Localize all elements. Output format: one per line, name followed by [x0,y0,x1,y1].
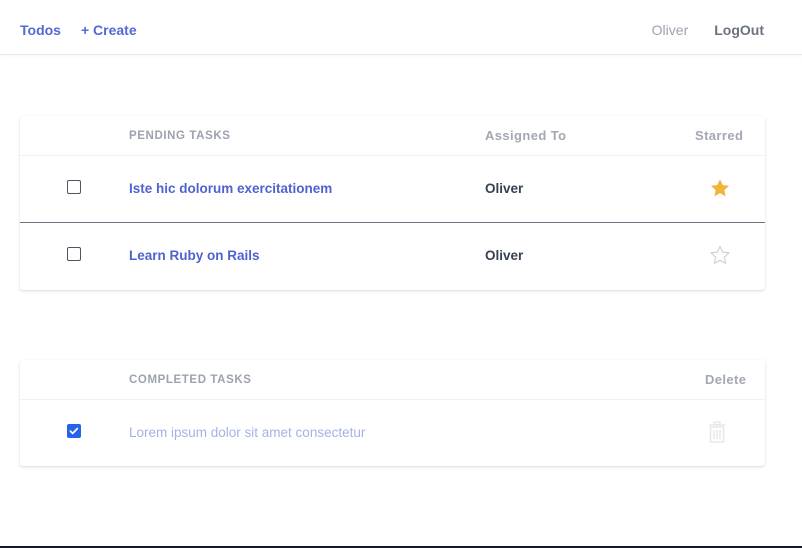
pending-tasks-heading: PENDING TASKS [129,130,231,142]
task-checkbox[interactable] [67,180,81,194]
starred-heading: Starred [695,128,744,143]
task-title-link[interactable]: Lorem ipsum dolor sit amet consectetur [129,425,365,440]
completed-tasks-heading: COMPLETED TASKS [129,374,252,386]
assigned-to-heading: Assigned To [485,128,567,143]
table-row: Learn Ruby on Rails Oliver [20,223,765,289]
task-title-link[interactable]: Learn Ruby on Rails [129,248,260,263]
pending-table-header: PENDING TASKS Assigned To Starred [20,116,765,156]
task-assignee: Oliver [485,248,524,263]
top-navbar: Todos + Create Oliver LogOut [0,0,802,55]
star-outline-icon[interactable] [709,244,731,266]
completed-table-header: COMPLETED TASKS Delete [20,360,765,400]
trash-icon[interactable] [707,420,727,444]
nav-left: Todos + Create [20,22,137,38]
pending-tasks-table: PENDING TASKS Assigned To Starred Iste h… [20,116,765,290]
nav-todos-link[interactable]: Todos [20,22,61,38]
table-row: Lorem ipsum dolor sit amet consectetur [20,400,765,466]
nav-logout-link[interactable]: LogOut [714,22,764,38]
nav-user-name: Oliver [651,22,689,38]
delete-heading: Delete [705,372,747,387]
task-checkbox[interactable] [67,247,81,261]
nav-right: Oliver LogOut [652,22,764,38]
nav-create-link[interactable]: + Create [81,22,137,38]
completed-tasks-table: COMPLETED TASKS Delete Lorem ipsum dolor… [20,360,765,466]
star-filled-icon[interactable] [709,177,731,199]
checkmark-icon [69,427,79,435]
task-checkbox-checked[interactable] [67,424,81,438]
table-row: Iste hic dolorum exercitationem Oliver [20,156,765,223]
task-title-link[interactable]: Iste hic dolorum exercitationem [129,181,332,196]
task-assignee: Oliver [485,181,524,196]
